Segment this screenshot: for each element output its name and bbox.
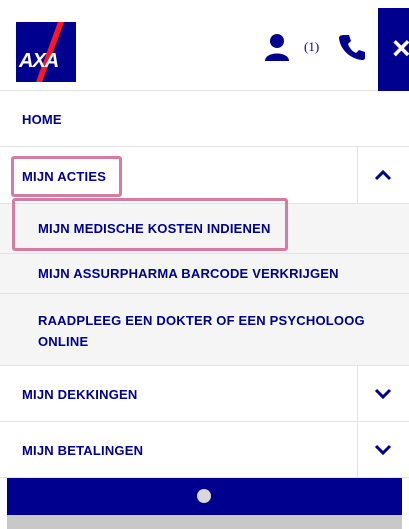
bottom-bar (7, 478, 402, 515)
user-icon[interactable] (264, 33, 290, 61)
close-menu-button[interactable]: × (378, 8, 409, 91)
menu-item-mijn-betalingen[interactable]: MIJN BETALINGEN (0, 422, 409, 478)
chevron-up-icon (374, 169, 392, 181)
collapse-toggle[interactable] (357, 147, 409, 203)
submenu-item-label: MIJN ASSURPHARMA BARCODE VERKRIJGEN (38, 266, 339, 281)
expand-toggle[interactable] (357, 366, 409, 421)
logo-text: AXA (19, 50, 59, 72)
submenu-item-label: MIJN MEDISCHE KOSTEN INDIENEN (38, 221, 271, 236)
menu-item-mijn-dekkingen-label: MIJN DEKKINGEN (22, 387, 138, 402)
axa-logo[interactable]: AXA (16, 22, 76, 82)
app-header: AXA (1) × (0, 0, 409, 91)
submenu-item-dokter-online[interactable]: RAADPLEEG EEN DOKTER OF EEN PSYCHOLOOG O… (0, 294, 409, 366)
submenu-item-medische-kosten[interactable]: MIJN MEDISCHE KOSTEN INDIENEN (0, 204, 409, 254)
menu-item-home-label: HOME (22, 112, 62, 127)
user-count: (1) (304, 39, 320, 54)
menu-item-mijn-acties[interactable]: MIJN ACTIES (0, 147, 409, 204)
bottom-strip (7, 515, 402, 529)
submenu-item-label-line2: ONLINE (38, 334, 89, 349)
close-icon: × (392, 30, 409, 66)
menu-item-mijn-betalingen-label: MIJN BETALINGEN (22, 443, 144, 458)
chevron-down-icon (374, 444, 392, 455)
menu-item-mijn-acties-label: MIJN ACTIES (22, 169, 107, 184)
submenu-item-label: RAADPLEEG EEN DOKTER OF EEN PSYCHOLOOG (38, 313, 365, 328)
phone-icon[interactable] (338, 33, 366, 61)
expand-toggle[interactable] (357, 422, 409, 477)
home-indicator-dot[interactable] (197, 489, 211, 503)
submenu-item-assurpharma[interactable]: MIJN ASSURPHARMA BARCODE VERKRIJGEN (0, 254, 409, 294)
chevron-down-icon (374, 388, 392, 399)
menu-item-home[interactable]: HOME (0, 91, 409, 147)
menu-item-mijn-dekkingen[interactable]: MIJN DEKKINGEN (0, 366, 409, 422)
